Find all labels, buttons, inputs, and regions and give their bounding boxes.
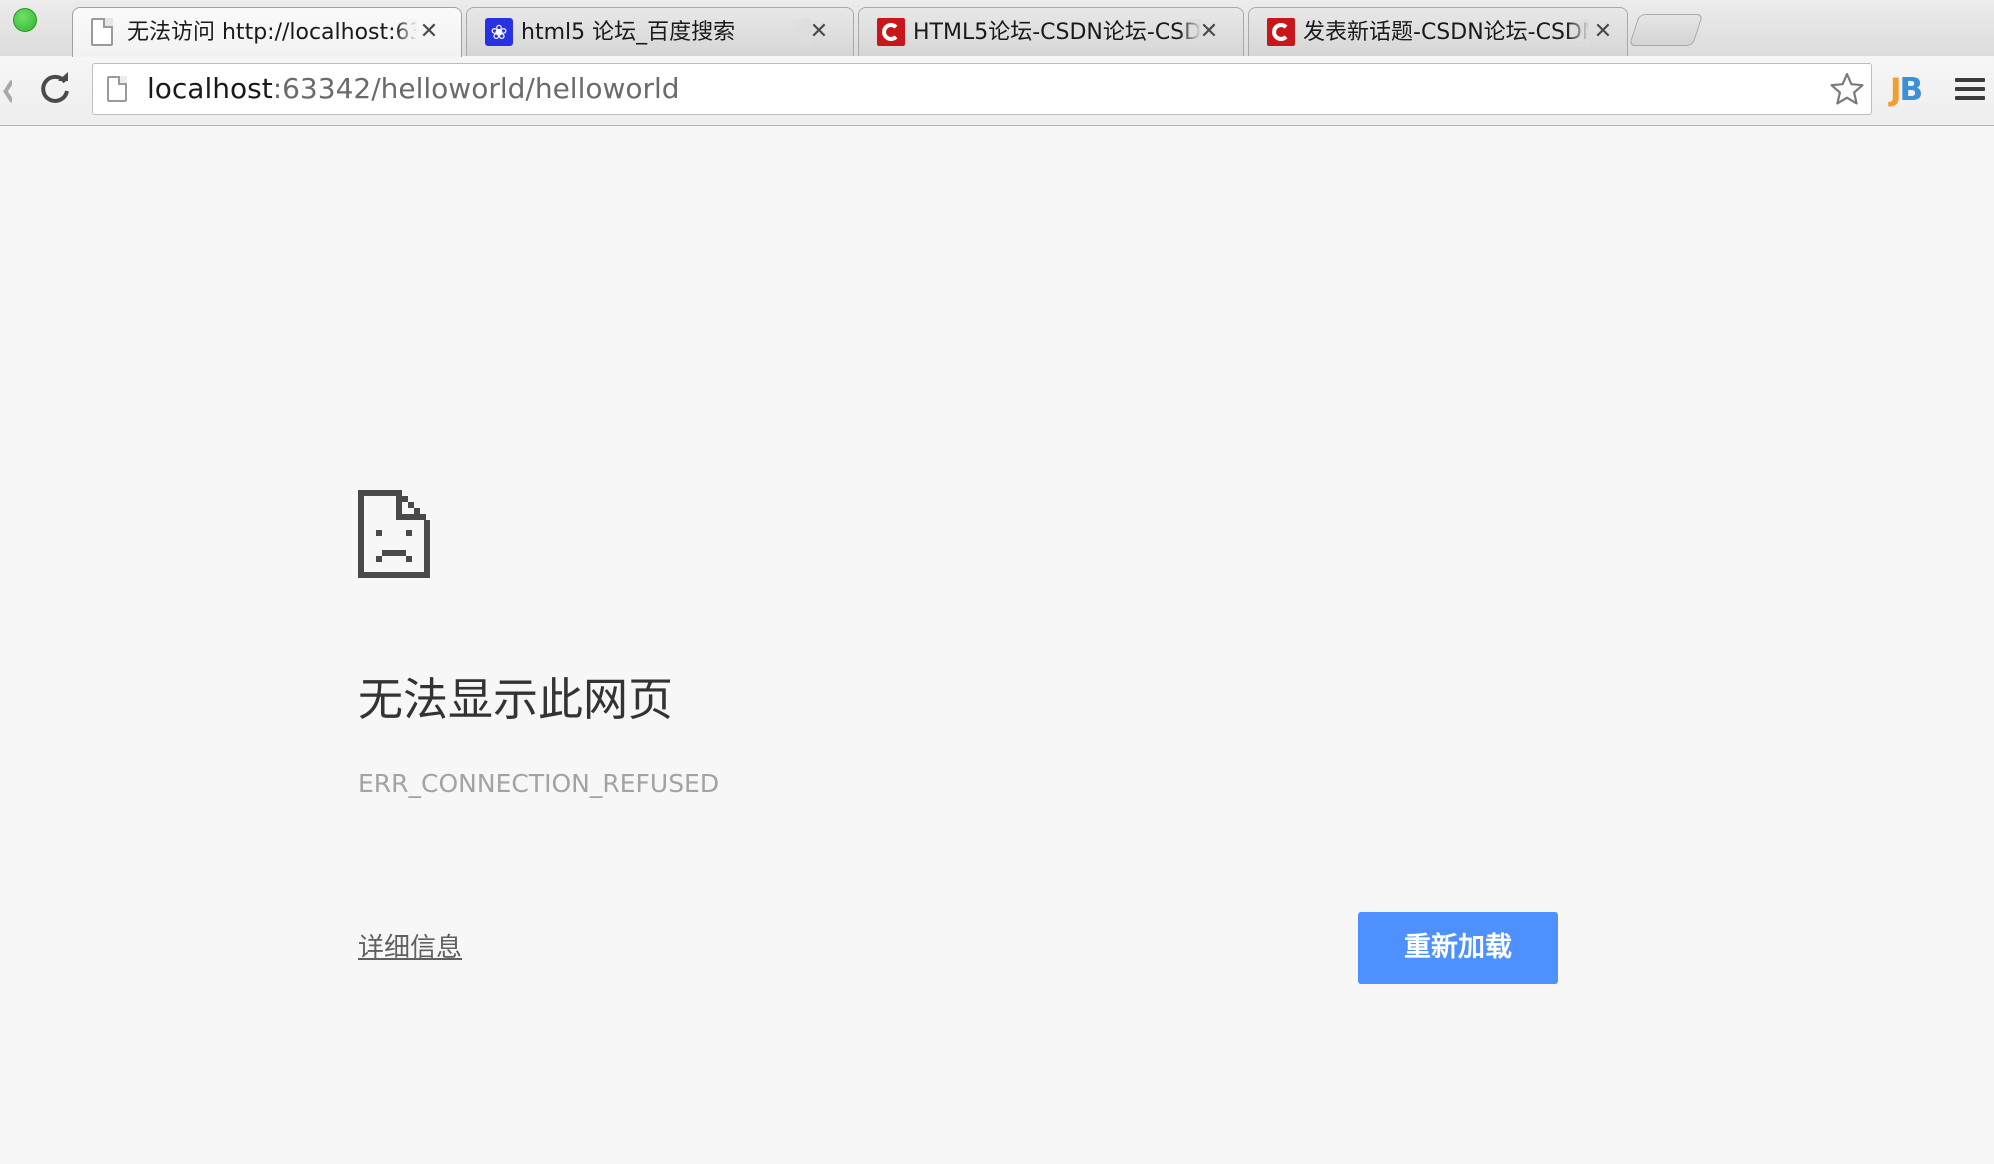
menu-icon[interactable]: [1955, 74, 1987, 106]
url-text[interactable]: localhost:63342/helloworld/helloworld: [147, 73, 680, 105]
tab-title: HTML5论坛-CSDN论坛-CSDN.NET-中国最大的IT技术社区: [913, 19, 1201, 47]
tab-active-error-page[interactable]: 无法访问 http://localhost:63342/helloworld/h…: [72, 7, 462, 57]
jetbrains-icon[interactable]: JB: [1890, 70, 1930, 110]
browser-toolbar: ❮ localhost:63342/helloworld/helloworld …: [0, 56, 1994, 126]
new-tab-button[interactable]: [1628, 14, 1704, 46]
details-link[interactable]: 详细信息: [358, 931, 462, 965]
tab-title: html5 论坛_百度搜索: [521, 19, 811, 47]
page-info-icon[interactable]: [107, 76, 127, 102]
close-icon[interactable]: ✕: [1197, 18, 1221, 46]
tab-strip: 发表新话题-CSDN论坛-CSDN.NET-中国最大的IT技术社区 ✕ HTML…: [0, 0, 1994, 57]
back-icon[interactable]: ❮: [0, 78, 12, 104]
close-icon[interactable]: ✕: [1591, 18, 1615, 46]
error-code: ERR_CONNECTION_REFUSED: [358, 769, 720, 798]
sad-page-icon: [358, 490, 430, 578]
close-icon[interactable]: ✕: [417, 18, 441, 46]
reload-button[interactable]: 重新加载: [1358, 912, 1558, 984]
tab-csdn-new-topic[interactable]: 发表新话题-CSDN论坛-CSDN.NET-中国最大的IT技术社区 ✕: [1248, 7, 1628, 56]
close-icon[interactable]: ✕: [807, 18, 831, 46]
baidu-paw-icon: ❀: [485, 18, 513, 46]
csdn-icon: [877, 18, 905, 46]
reload-icon[interactable]: [38, 72, 72, 106]
url-host: localhost: [147, 72, 273, 105]
error-heading: 无法显示此网页: [358, 673, 674, 726]
window-zoom-button[interactable]: [13, 8, 37, 32]
tab-title: 无法访问 http://localhost:63342/helloworld/h…: [127, 19, 417, 47]
document-icon: [91, 18, 113, 46]
bookmark-star-icon[interactable]: [1829, 71, 1865, 107]
url-path: :63342/helloworld/helloworld: [272, 72, 680, 105]
tab-csdn-html5-forum[interactable]: HTML5论坛-CSDN论坛-CSDN.NET-中国最大的IT技术社区 ✕: [858, 7, 1244, 56]
csdn-icon: [1267, 18, 1295, 46]
tab-baidu-search[interactable]: ❀ html5 论坛_百度搜索 ✕: [466, 7, 854, 56]
tab-title: 发表新话题-CSDN论坛-CSDN.NET-中国最大的IT技术社区: [1303, 19, 1589, 47]
address-bar[interactable]: localhost:63342/helloworld/helloworld: [92, 63, 1872, 115]
